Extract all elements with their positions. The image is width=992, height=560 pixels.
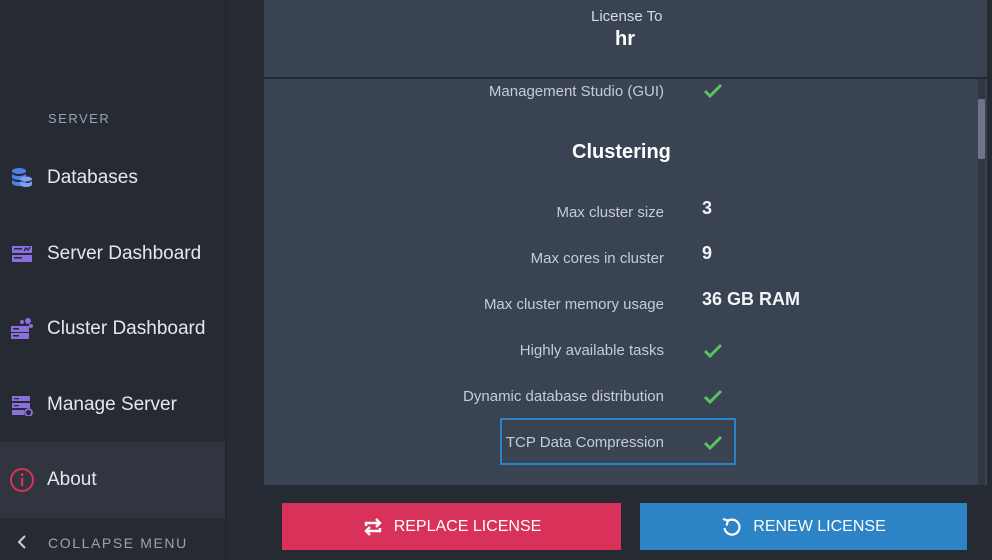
- sidebar-item-label: Databases: [47, 167, 138, 188]
- renew-license-label: RENEW LICENSE: [753, 517, 886, 535]
- highlight-box: [500, 418, 736, 465]
- check-icon: [703, 83, 723, 104]
- sidebar-item-manage-server[interactable]: Manage Server: [0, 367, 225, 443]
- sidebar-item-label: About: [47, 469, 97, 490]
- check-icon: [703, 389, 723, 410]
- feature-row-management-studio: Management Studio (GUI): [264, 79, 974, 109]
- feature-label: Max cores in cluster: [530, 250, 664, 267]
- cluster-dashboard-icon: [9, 316, 35, 342]
- feature-row: Max cores in cluster 9: [264, 243, 974, 278]
- sidebar: SERVER Databases Server Dashboard Cluste…: [0, 0, 226, 560]
- collapse-menu-label: COLLAPSE MENU: [48, 535, 188, 551]
- feature-row: Highly available tasks: [264, 340, 974, 370]
- replace-license-label: REPLACE LICENSE: [393, 517, 542, 535]
- scrollbar[interactable]: [975, 79, 987, 485]
- feature-value: 36 GB RAM: [702, 289, 801, 309]
- feature-label: Dynamic database distribution: [463, 388, 664, 405]
- feature-label: Max cluster size: [556, 204, 664, 221]
- license-name: hr: [615, 28, 635, 50]
- sidebar-item-label: Cluster Dashboard: [47, 318, 206, 339]
- license-details-panel: Management Studio (GUI) Clustering Max c…: [264, 79, 987, 485]
- sidebar-item-label: Manage Server: [47, 394, 177, 415]
- sidebar-item-about[interactable]: About: [0, 442, 225, 518]
- section-title-clustering: Clustering: [572, 141, 671, 163]
- feature-label: Management Studio (GUI): [488, 83, 664, 100]
- replace-license-button[interactable]: REPLACE LICENSE: [282, 503, 621, 550]
- feature-value: 3: [702, 198, 713, 218]
- feature-row: Dynamic database distribution: [264, 386, 974, 416]
- check-icon: [703, 343, 723, 364]
- license-to-label: License To: [591, 8, 663, 25]
- info-icon: [9, 467, 35, 493]
- sidebar-item-label: Server Dashboard: [47, 243, 202, 264]
- feature-row: Max cluster size 3: [264, 198, 974, 232]
- renew-license-button[interactable]: RENEW LICENSE: [640, 503, 967, 550]
- chevron-left-icon: [16, 535, 28, 554]
- sidebar-item-server-dashboard[interactable]: Server Dashboard: [0, 216, 225, 292]
- databases-icon: [9, 165, 35, 191]
- manage-server-icon: [9, 392, 35, 418]
- feature-label: Highly available tasks: [519, 342, 664, 359]
- feature-label: Max cluster memory usage: [483, 296, 664, 313]
- sidebar-item-cluster-dashboard[interactable]: Cluster Dashboard: [0, 291, 225, 367]
- license-header: License To hr: [264, 0, 987, 78]
- feature-value: 9: [702, 243, 713, 263]
- sidebar-item-databases[interactable]: Databases: [0, 140, 225, 216]
- section-label-server: SERVER: [48, 111, 111, 126]
- server-dashboard-icon: [9, 241, 35, 267]
- renew-icon: [721, 516, 743, 538]
- collapse-menu-button[interactable]: COLLAPSE MENU: [0, 526, 225, 560]
- scroll-thumb[interactable]: [978, 99, 985, 159]
- feature-row: Max cluster memory usage 36 GB RAM: [264, 289, 974, 324]
- replace-icon: [362, 517, 384, 537]
